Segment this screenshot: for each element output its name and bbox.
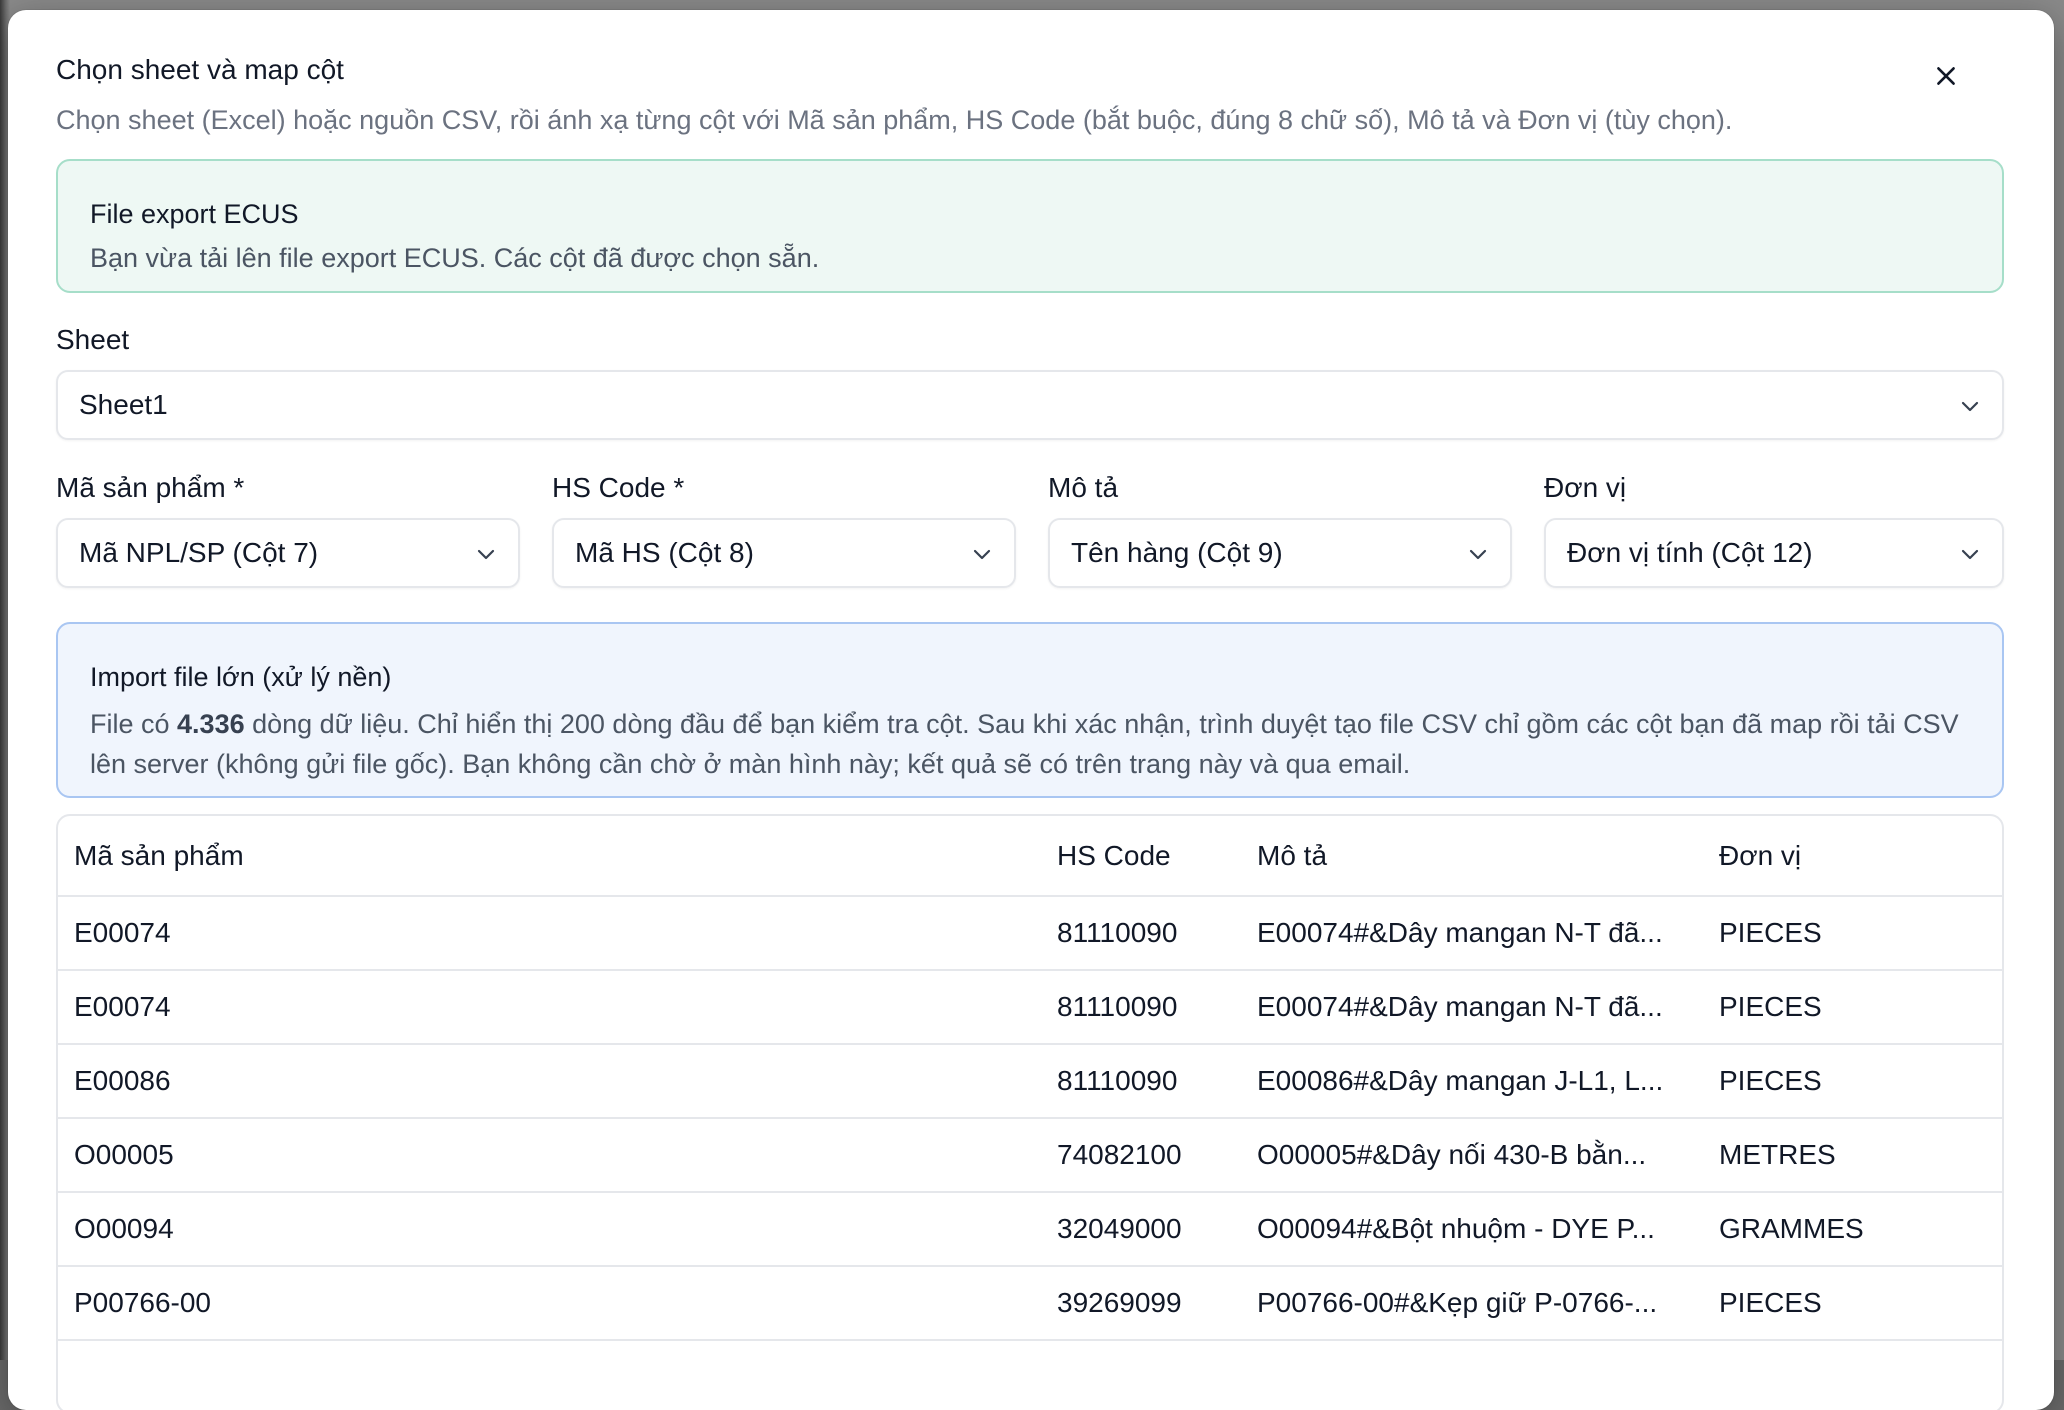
ecus-notice: File export ECUS Bạn vừa tải lên file ex… <box>56 159 2004 293</box>
cell-description: O00005#&Dây nối 430-B bằn... <box>1241 1118 1703 1193</box>
row-count: 4.336 <box>177 709 245 739</box>
cell-product-code: E00086 <box>58 1044 1041 1119</box>
sheet-select-value: Sheet1 <box>79 389 168 420</box>
chevron-down-icon <box>1469 549 1487 560</box>
chevron-down-icon <box>973 549 991 560</box>
chevron-down-icon <box>477 549 495 560</box>
hs-code-label: HS Code * <box>552 472 685 503</box>
cell-product-code: E00074 <box>58 970 1041 1045</box>
cell-hs-code: 32049000 <box>1041 1192 1241 1267</box>
cell-unit: PIECES <box>1703 896 2002 971</box>
column-header-hs-code: HS Code <box>1041 816 1241 897</box>
large-import-notice-title: Import file lớn (xử lý nền) <box>90 662 392 692</box>
table-row: E00074 81110090 E00074#&Dây mangan N-T đ… <box>58 970 2002 1045</box>
chevron-down-icon <box>1961 549 1979 560</box>
import-text-after: dòng dữ liệu. Chỉ hiển thị 200 dòng đầu … <box>90 709 1959 779</box>
ecus-notice-title: File export ECUS <box>90 199 299 229</box>
unit-label: Đơn vị <box>1544 472 1627 503</box>
cell-description: E00074#&Dây mangan N-T đã... <box>1241 896 1703 971</box>
import-text-before: File có <box>90 709 178 739</box>
cell-hs-code: 81110090 <box>1041 1044 1241 1119</box>
table-row: E00086 81110090 E00086#&Dây mangan J-L1,… <box>58 1044 2002 1119</box>
sheet-label: Sheet <box>56 324 130 355</box>
cell-product-code: O00094 <box>58 1192 1041 1267</box>
cell-description: O00094#&Bột nhuộm - DYE P... <box>1241 1192 1703 1267</box>
cell-description: P00766-00#&Kẹp giữ P-0766-... <box>1241 1266 1703 1341</box>
cell-unit: PIECES <box>1703 1044 2002 1119</box>
close-icon <box>1937 67 1955 85</box>
dialog-subtitle: Chọn sheet (Excel) hoặc nguồn CSV, rồi á… <box>56 105 1733 135</box>
description-label: Mô tả <box>1048 472 1119 503</box>
ecus-notice-text: Bạn vừa tải lên file export ECUS. Các cộ… <box>90 243 820 273</box>
product-code-select-value: Mã NPL/SP (Cột 7) <box>79 537 319 568</box>
cell-unit: PIECES <box>1703 1266 2002 1341</box>
column-header-product-code: Mã sản phẩm <box>58 816 1041 897</box>
cell-unit: GRAMMES <box>1703 1192 2002 1267</box>
description-select[interactable]: Tên hàng (Cột 9) <box>1048 518 1512 588</box>
table-header-row: Mã sản phẩm HS Code Mô tả Đơn vị <box>58 816 2002 897</box>
table-row: O00094 32049000 O00094#&Bột nhuộm - DYE … <box>58 1192 2002 1267</box>
cell-unit: PIECES <box>1703 970 2002 1045</box>
cell-hs-code: 81110090 <box>1041 970 1241 1045</box>
sheet-select[interactable]: Sheet1 <box>56 370 2004 440</box>
description-select-value: Tên hàng (Cột 9) <box>1071 537 1283 568</box>
large-import-notice: Import file lớn (xử lý nền) File có 4.33… <box>56 622 2004 798</box>
column-header-unit: Đơn vị <box>1703 816 2002 897</box>
cell-unit: METRES <box>1703 1118 2002 1193</box>
table-row: P00766-00 39269099 P00766-00#&Kẹp giữ P-… <box>58 1266 2002 1341</box>
cell-hs-code: 81110090 <box>1041 896 1241 971</box>
close-button[interactable] <box>1926 56 1966 96</box>
unit-select-value: Đơn vị tính (Cột 12) <box>1567 537 1813 568</box>
table-row: E00074 81110090 E00074#&Dây mangan N-T đ… <box>58 896 2002 971</box>
hs-code-select-value: Mã HS (Cột 8) <box>575 537 754 568</box>
map-columns-dialog: Chọn sheet và map cột Chọn sheet (Excel)… <box>8 10 2054 1410</box>
cell-product-code: E00074 <box>58 896 1041 971</box>
product-code-label: Mã sản phẩm * <box>56 472 245 503</box>
column-header-description: Mô tả <box>1241 816 1703 897</box>
large-import-notice-text: File có 4.336 dòng dữ liệu. Chỉ hiển thị… <box>90 704 1962 784</box>
preview-table: Mã sản phẩm HS Code Mô tả Đơn vị E00074 … <box>56 814 2004 1410</box>
chevron-down-icon <box>1961 401 1979 412</box>
cell-product-code: P00766-00 <box>58 1266 1041 1341</box>
product-code-select[interactable]: Mã NPL/SP (Cột 7) <box>56 518 520 588</box>
cell-hs-code: 39269099 <box>1041 1266 1241 1341</box>
cell-description: E00086#&Dây mangan J-L1, L... <box>1241 1044 1703 1119</box>
cell-product-code: O00005 <box>58 1118 1041 1193</box>
hs-code-select[interactable]: Mã HS (Cột 8) <box>552 518 1016 588</box>
cell-hs-code: 74082100 <box>1041 1118 1241 1193</box>
cell-description: E00074#&Dây mangan N-T đã... <box>1241 970 1703 1045</box>
unit-select[interactable]: Đơn vị tính (Cột 12) <box>1544 518 2004 588</box>
dialog-title: Chọn sheet và map cột <box>56 54 344 85</box>
table-row: O00005 74082100 O00005#&Dây nối 430-B bằ… <box>58 1118 2002 1193</box>
